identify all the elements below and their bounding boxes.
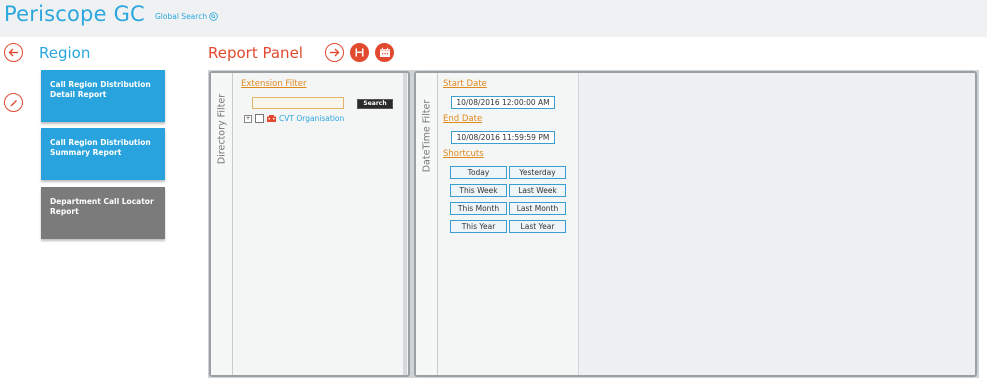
save-button[interactable] [350, 43, 369, 62]
report-panel-container: Directory Filter Extension Filter Search… [208, 70, 979, 378]
extension-filter-input[interactable] [252, 97, 344, 109]
datetime-filter-tab[interactable]: DateTime Filter [416, 73, 438, 375]
global-search-link[interactable]: Global Search [155, 12, 218, 21]
report-tile-department[interactable]: Department Call Locator Report [41, 187, 165, 239]
datetime-filter-tab-label: DateTime Filter [421, 99, 433, 173]
end-date-field[interactable]: 10/08/2016 11:59:59 PM [451, 131, 555, 144]
shortcut-this-week[interactable]: This Week [450, 184, 507, 197]
shortcut-last-month[interactable]: Last Month [509, 202, 566, 215]
region-title: Region [39, 44, 91, 62]
report-tile-line1: Call Region Distribution [50, 80, 151, 89]
end-date-link[interactable]: End Date [443, 114, 482, 124]
report-tile-line1: Call Region Distribution [50, 138, 151, 147]
report-panel-title: Report Panel [208, 44, 303, 62]
tree-node-checkbox[interactable] [255, 114, 264, 123]
shortcut-yesterday[interactable]: Yesterday [509, 166, 566, 179]
start-date-link[interactable]: Start Date [443, 79, 487, 89]
datetime-filter-content: Start Date 10/08/2016 12:00:00 AM End Da… [438, 73, 579, 375]
report-tile-line1: Department Call Locator [50, 197, 154, 206]
shortcut-today[interactable]: Today [450, 166, 507, 179]
tree-expand-icon[interactable]: + [244, 114, 252, 123]
global-search-label: Global Search [155, 12, 208, 21]
report-tile-line2: Report [50, 207, 79, 216]
top-header: Periscope GC Global Search [0, 0, 987, 37]
edit-button[interactable] [4, 93, 23, 112]
extension-filter-link[interactable]: Extension Filter [241, 79, 306, 89]
shortcut-this-month[interactable]: This Month [450, 202, 507, 215]
directory-filter-tab-label: Directory Filter [216, 93, 228, 165]
app-title: Periscope GC [4, 2, 145, 26]
tree-node-root: + CVT Organisation [244, 114, 344, 123]
report-tile-line2: Summary Report [50, 148, 122, 157]
save-icon [355, 48, 364, 57]
edit-pencil-icon [10, 100, 17, 107]
tree-node-label[interactable]: CVT Organisation [279, 114, 344, 123]
report-tile-summary[interactable]: Call Region Distribution Summary Report [41, 128, 165, 180]
shortcut-last-year[interactable]: Last Year [509, 220, 566, 233]
report-tile-line2: Detail Report [50, 90, 107, 99]
back-button[interactable] [4, 43, 23, 62]
run-report-button[interactable] [325, 43, 344, 62]
back-arrow-icon [8, 48, 18, 57]
search-button[interactable]: Search [357, 99, 393, 109]
directory-filter-tab[interactable]: Directory Filter [211, 73, 233, 375]
directory-filter-panel: Directory Filter Extension Filter Search… [209, 71, 410, 377]
forward-arrow-icon [330, 48, 340, 57]
org-icon [267, 115, 276, 122]
start-date-field[interactable]: 10/08/2016 12:00:00 AM [451, 96, 555, 109]
datetime-filter-panel: DateTime Filter Start Date 10/08/2016 12… [414, 71, 977, 377]
shortcut-this-year[interactable]: This Year [450, 220, 507, 233]
shortcuts-link[interactable]: Shortcuts [443, 149, 484, 159]
directory-filter-content: Extension Filter Search + CVT Organisati… [233, 73, 407, 375]
shortcut-last-week[interactable]: Last Week [509, 184, 566, 197]
schedule-button[interactable] [375, 43, 394, 62]
report-tile-detail[interactable]: Call Region Distribution Detail Report [41, 70, 165, 122]
search-icon [209, 12, 218, 21]
schedule-icon [379, 47, 390, 57]
